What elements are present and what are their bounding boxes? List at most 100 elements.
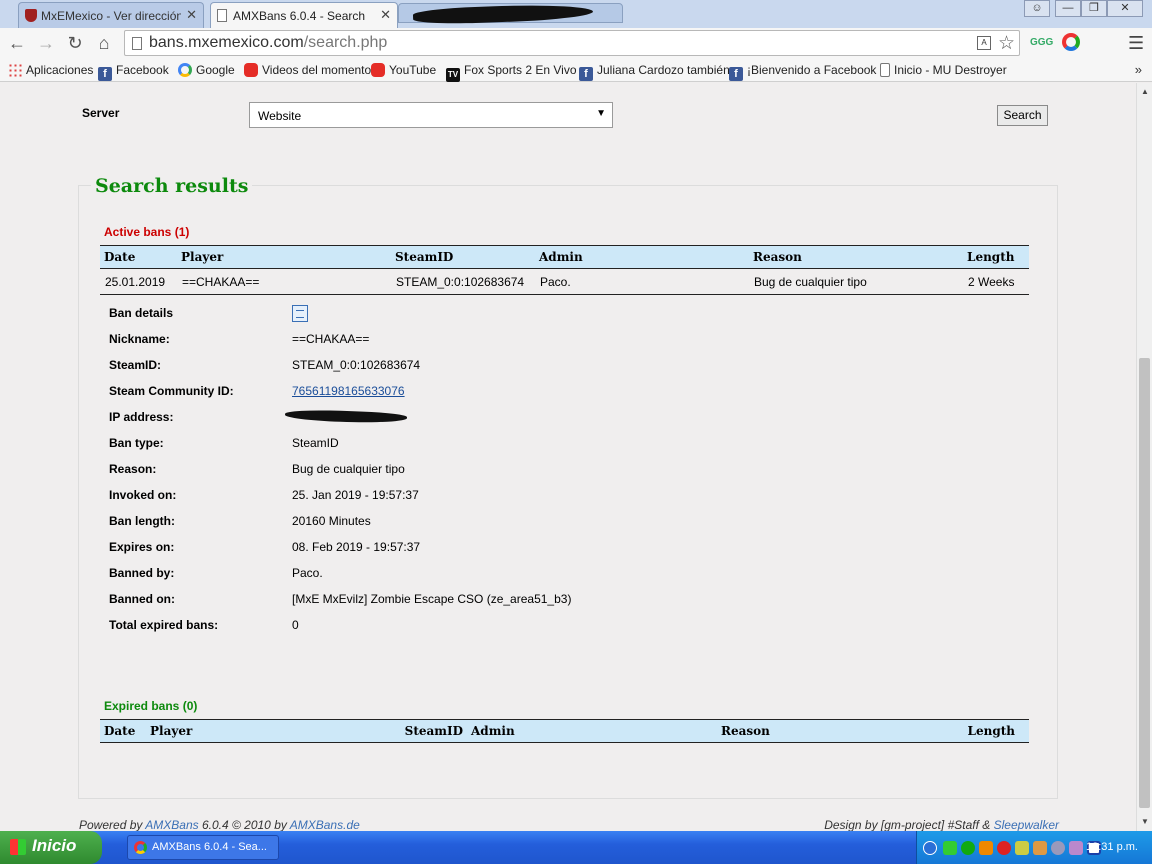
translate-icon[interactable]: A [977,36,991,50]
tab-title: AMXBans 6.0.4 - Search [233,8,366,23]
new-tab-button[interactable] [398,2,623,26]
detail-row-ban-details: Ban details [109,303,809,329]
steam-community-link[interactable]: 76561198165633076 [292,384,405,398]
detail-row-ip: IP address: [109,407,809,433]
detail-value: [MxE MxEvilz] Zombie Escape CSO (ze_area… [292,592,572,606]
page-icon [880,63,890,77]
taskbar-item-chrome[interactable]: AMXBans 6.0.4 - Sea... [127,835,279,860]
ggg-extension-icon[interactable]: GGG [1030,37,1053,48]
detail-value: Bug de cualquier tipo [292,462,405,476]
sleepwalker-link[interactable]: Sleepwalker [994,818,1059,831]
apps-icon [8,63,22,77]
detail-row-community-id: Steam Community ID: 76561198165633076 [109,381,809,407]
col-steamid: SteamID [391,245,535,269]
address-bar[interactable]: bans.mxemexico.com/search.php A ☆ [124,30,1020,56]
footer-text: 6.0.4 © 2010 by [198,818,290,831]
table-header-row: Date Player SteamID Admin Reason Length [100,245,1029,269]
scroll-down-arrow-icon[interactable]: ▼ [1141,817,1149,826]
detail-label: Nickname: [109,332,170,346]
page-icon [217,9,227,22]
user-icon[interactable]: ☺ [1024,0,1050,17]
col-date: Date [100,245,177,269]
tray-pen-icon[interactable] [1069,841,1083,855]
tray-back-icon[interactable] [923,841,937,855]
hamburger-menu-icon[interactable]: ☰ [1128,33,1144,54]
tray-app-icon[interactable] [1033,841,1047,855]
page-footer: Powered by AMXBans 6.0.4 © 2010 by AMXBa… [79,818,1059,831]
redaction-scribble [412,2,594,26]
amxbans-de-link[interactable]: AMXBans.de [290,818,360,831]
tray-app-icon[interactable] [979,841,993,855]
tab-strip: MxEMexico - Ver dirección IP ✕ AMXBans 6… [0,0,1152,28]
cell-length: 2 Weeks [963,268,1029,295]
bookmark-apps[interactable]: Aplicaciones [8,63,93,77]
extension-icon[interactable] [1062,33,1080,51]
detail-row-expires: Expires on: 08. Feb 2019 - 19:57:37 [109,537,809,563]
clock[interactable]: 12:31 p.m. [1086,841,1138,853]
tab-mxemexico[interactable]: MxEMexico - Ver dirección IP ✕ [18,2,204,28]
detail-label: Total expired bans: [109,618,219,632]
server-select[interactable]: Website ▼ [249,102,613,128]
bookmark-juliana[interactable]: f Juliana Cardozo también [579,63,730,81]
col-admin: Admin [535,245,749,269]
tray-shield-icon[interactable] [997,841,1011,855]
document-icon[interactable] [292,305,308,322]
col-admin: Admin [467,719,717,743]
back-arrow-icon[interactable]: ← [6,32,28,54]
tab-amxbans[interactable]: AMXBans 6.0.4 - Search ✕ [210,2,398,28]
url-host: bans.mxemexico.com [149,34,304,51]
system-tray: 12:31 p.m. [916,831,1152,864]
forward-arrow-icon[interactable]: → [35,32,57,54]
tray-app-icon[interactable] [961,841,975,855]
url-text[interactable]: bans.mxemexico.com/search.php [149,34,387,52]
search-button[interactable]: Search [997,105,1048,126]
bookmark-videos[interactable]: Videos del momento [244,63,371,77]
detail-value: 25. Jan 2019 - 19:57:37 [292,488,419,502]
tv-icon: TV [446,68,460,82]
home-icon[interactable]: ⌂ [93,32,115,54]
tab-title: MxEMexico - Ver dirección IP [41,8,181,23]
close-window-button[interactable]: ✕ [1107,0,1143,17]
bookmarks-bar: Aplicaciones f Facebook Google Videos del… [0,58,1152,82]
bookmark-google[interactable]: Google [178,63,235,77]
minimize-button[interactable]: — [1055,0,1081,17]
bookmark-fox-sports[interactable]: TV Fox Sports 2 En Vivo [446,63,577,82]
star-icon[interactable]: ☆ [998,32,1015,55]
bookmark-label: Juliana Cardozo también [597,63,730,77]
bookmark-bienvenido[interactable]: f ¡Bienvenido a Facebook [729,63,876,81]
maximize-button[interactable]: ❐ [1081,0,1107,17]
detail-label: Reason: [109,462,157,476]
bookmark-facebook[interactable]: f Facebook [98,63,169,81]
detail-label: Banned by: [109,566,175,580]
table-row[interactable]: 25.01.2019 ==CHAKAA== STEAM_0:0:10268367… [100,268,1029,295]
detail-value: ==CHAKAA== [292,332,370,346]
bookmark-label: Aplicaciones [26,63,94,77]
detail-value: 08. Feb 2019 - 19:57:37 [292,540,421,554]
detail-label: SteamID: [109,358,162,372]
scroll-thumb[interactable] [1139,358,1150,808]
tray-app-icon[interactable] [1015,841,1029,855]
taskbar-item-label: AMXBans 6.0.4 - Sea... [152,841,267,853]
detail-label: Ban type: [109,436,164,450]
vertical-scrollbar[interactable]: ▲ ▼ [1136,83,1152,831]
bookmark-mu-destroyer[interactable]: Inicio - MU Destroyer [880,63,1007,77]
reload-icon[interactable]: ↻ [64,32,86,54]
bookmark-label: Google [196,63,235,77]
close-icon[interactable]: ✕ [380,7,391,23]
amxbans-link[interactable]: AMXBans [145,818,198,831]
expired-bans-title: Expired bans (0) [104,699,198,713]
detail-value: 20160 Minutes [292,514,371,528]
chevron-right-icon[interactable]: » [1135,62,1142,77]
col-length: Length [957,719,1029,743]
bookmark-label: Videos del momento [262,63,372,77]
tray-app-icon[interactable] [943,841,957,855]
footer-design: Design by [gm-project] #Staff & Sleepwal… [824,818,1059,831]
tray-network-icon[interactable] [1051,841,1065,855]
browser-toolbar: ← → ↻ ⌂ bans.mxemexico.com/search.php A … [0,28,1152,58]
bookmark-youtube[interactable]: YouTube [371,63,436,77]
close-icon[interactable]: ✕ [186,7,197,23]
active-bans-table: Date Player SteamID Admin Reason Length … [100,245,1029,295]
start-button[interactable]: Inicio [0,831,102,864]
scroll-up-arrow-icon[interactable]: ▲ [1141,87,1149,96]
footer-text: Powered by [79,818,146,831]
